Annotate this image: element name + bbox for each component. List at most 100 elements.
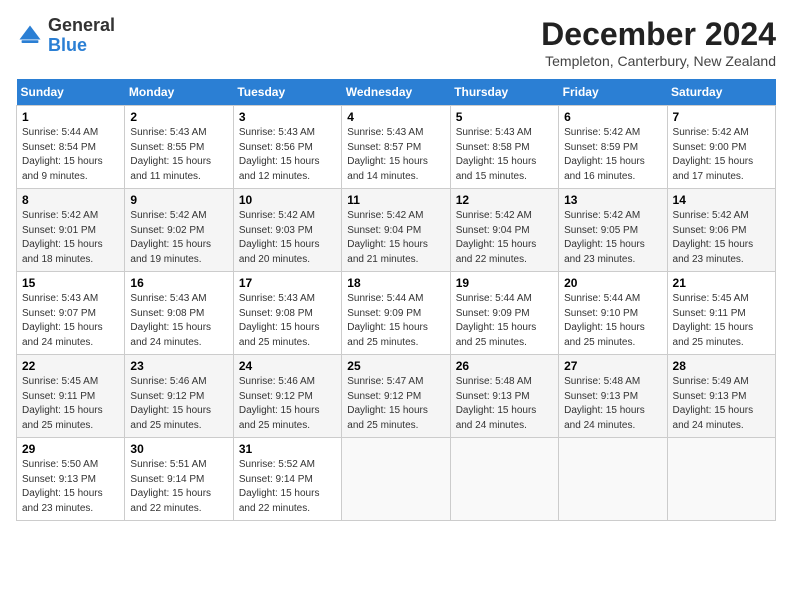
calendar-cell: 4 Sunrise: 5:43 AMSunset: 8:57 PMDaylight… <box>342 106 450 189</box>
column-header-friday: Friday <box>559 79 667 106</box>
calendar-cell <box>342 438 450 521</box>
day-number: 3 <box>239 110 336 124</box>
calendar-cell: 26 Sunrise: 5:48 AMSunset: 9:13 PMDayligh… <box>450 355 558 438</box>
day-info: Sunrise: 5:44 AMSunset: 9:09 PMDaylight:… <box>456 292 553 350</box>
day-number: 4 <box>347 110 444 124</box>
day-number: 8 <box>22 193 119 207</box>
day-info: Sunrise: 5:43 AMSunset: 9:08 PMDaylight:… <box>130 292 227 350</box>
calendar-cell: 1Sunrise: 5:44 AMSunset: 8:54 PMDaylight… <box>17 106 125 189</box>
day-number: 11 <box>347 193 444 207</box>
calendar-cell: 27Sunrise: 5:48 AMSunset: 9:13 PMDayligh… <box>559 355 667 438</box>
calendar-cell: 5 Sunrise: 5:43 AMSunset: 8:58 PMDaylight… <box>450 106 558 189</box>
day-number: 23 <box>130 359 227 373</box>
day-number: 12 <box>456 193 553 207</box>
day-info: Sunrise: 5:43 AMSunset: 8:57 PMDaylight:… <box>347 126 444 184</box>
day-number: 20 <box>564 276 661 290</box>
calendar-title: December 2024 <box>541 16 776 53</box>
logo-general: General <box>48 15 115 35</box>
calendar-week-row: 8 Sunrise: 5:42 AMSunset: 9:01 PMDaylight… <box>17 189 776 272</box>
day-info: Sunrise: 5:46 AMSunset: 9:12 PMDaylight:… <box>130 375 227 433</box>
day-info: Sunrise: 5:42 AMSunset: 9:00 PMDaylight:… <box>673 126 770 184</box>
calendar-cell: 21 Sunrise: 5:45 AMSunset: 9:11 PMDayligh… <box>667 272 775 355</box>
day-info: Sunrise: 5:48 AMSunset: 9:13 PMDaylight:… <box>456 375 553 433</box>
day-info: Sunrise: 5:42 AMSunset: 9:02 PMDaylight:… <box>130 209 227 267</box>
page-header: General Blue December 2024 Templeton, Ca… <box>16 16 776 69</box>
day-number: 16 <box>130 276 227 290</box>
day-number: 22 <box>22 359 119 373</box>
calendar-subtitle: Templeton, Canterbury, New Zealand <box>541 53 776 69</box>
calendar-cell: 8 Sunrise: 5:42 AMSunset: 9:01 PMDaylight… <box>17 189 125 272</box>
logo-blue: Blue <box>48 35 87 55</box>
day-number: 5 <box>456 110 553 124</box>
day-info: Sunrise: 5:44 AMSunset: 9:10 PMDaylight:… <box>564 292 661 350</box>
day-info: Sunrise: 5:44 AMSunset: 9:09 PMDaylight:… <box>347 292 444 350</box>
day-number: 21 <box>673 276 770 290</box>
column-header-thursday: Thursday <box>450 79 558 106</box>
day-number: 18 <box>347 276 444 290</box>
calendar-cell: 19 Sunrise: 5:44 AMSunset: 9:09 PMDayligh… <box>450 272 558 355</box>
day-info: Sunrise: 5:42 AMSunset: 9:03 PMDaylight:… <box>239 209 336 267</box>
day-info: Sunrise: 5:42 AMSunset: 9:04 PMDaylight:… <box>456 209 553 267</box>
day-info: Sunrise: 5:50 AMSunset: 9:13 PMDaylight:… <box>22 458 119 516</box>
column-header-monday: Monday <box>125 79 233 106</box>
calendar-cell: 10 Sunrise: 5:42 AMSunset: 9:03 PMDayligh… <box>233 189 341 272</box>
calendar-week-row: 22 Sunrise: 5:45 AMSunset: 9:11 PMDayligh… <box>17 355 776 438</box>
day-info: Sunrise: 5:42 AMSunset: 9:04 PMDaylight:… <box>347 209 444 267</box>
day-info: Sunrise: 5:43 AMSunset: 9:07 PMDaylight:… <box>22 292 119 350</box>
calendar-cell: 12 Sunrise: 5:42 AMSunset: 9:04 PMDayligh… <box>450 189 558 272</box>
calendar-cell: 14 Sunrise: 5:42 AMSunset: 9:06 PMDayligh… <box>667 189 775 272</box>
day-info: Sunrise: 5:49 AMSunset: 9:13 PMDaylight:… <box>673 375 770 433</box>
calendar-cell: 22 Sunrise: 5:45 AMSunset: 9:11 PMDayligh… <box>17 355 125 438</box>
logo: General Blue <box>16 16 115 56</box>
calendar-week-row: 29 Sunrise: 5:50 AMSunset: 9:13 PMDayligh… <box>17 438 776 521</box>
day-number: 10 <box>239 193 336 207</box>
day-number: 9 <box>130 193 227 207</box>
day-number: 31 <box>239 442 336 456</box>
day-number: 19 <box>456 276 553 290</box>
calendar-cell: 6 Sunrise: 5:42 AMSunset: 8:59 PMDaylight… <box>559 106 667 189</box>
calendar-cell: 7Sunrise: 5:42 AMSunset: 9:00 PMDaylight… <box>667 106 775 189</box>
day-info: Sunrise: 5:43 AMSunset: 8:58 PMDaylight:… <box>456 126 553 184</box>
day-number: 14 <box>673 193 770 207</box>
day-info: Sunrise: 5:42 AMSunset: 9:01 PMDaylight:… <box>22 209 119 267</box>
day-info: Sunrise: 5:43 AMSunset: 8:56 PMDaylight:… <box>239 126 336 184</box>
calendar-cell: 2 Sunrise: 5:43 AMSunset: 8:55 PMDaylight… <box>125 106 233 189</box>
day-info: Sunrise: 5:45 AMSunset: 9:11 PMDaylight:… <box>673 292 770 350</box>
day-number: 27 <box>564 359 661 373</box>
day-info: Sunrise: 5:44 AMSunset: 8:54 PMDaylight:… <box>22 126 119 184</box>
day-number: 13 <box>564 193 661 207</box>
day-info: Sunrise: 5:43 AMSunset: 8:55 PMDaylight:… <box>130 126 227 184</box>
day-info: Sunrise: 5:42 AMSunset: 8:59 PMDaylight:… <box>564 126 661 184</box>
day-number: 2 <box>130 110 227 124</box>
day-info: Sunrise: 5:45 AMSunset: 9:11 PMDaylight:… <box>22 375 119 433</box>
calendar-cell <box>559 438 667 521</box>
day-info: Sunrise: 5:42 AMSunset: 9:06 PMDaylight:… <box>673 209 770 267</box>
calendar-cell: 31 Sunrise: 5:52 AMSunset: 9:14 PMDayligh… <box>233 438 341 521</box>
day-number: 28 <box>673 359 770 373</box>
day-info: Sunrise: 5:47 AMSunset: 9:12 PMDaylight:… <box>347 375 444 433</box>
title-section: December 2024 Templeton, Canterbury, New… <box>541 16 776 69</box>
day-number: 17 <box>239 276 336 290</box>
calendar-week-row: 1Sunrise: 5:44 AMSunset: 8:54 PMDaylight… <box>17 106 776 189</box>
calendar-week-row: 15 Sunrise: 5:43 AMSunset: 9:07 PMDayligh… <box>17 272 776 355</box>
calendar-cell: 3 Sunrise: 5:43 AMSunset: 8:56 PMDaylight… <box>233 106 341 189</box>
calendar-cell: 17Sunrise: 5:43 AMSunset: 9:08 PMDayligh… <box>233 272 341 355</box>
column-header-tuesday: Tuesday <box>233 79 341 106</box>
day-info: Sunrise: 5:52 AMSunset: 9:14 PMDaylight:… <box>239 458 336 516</box>
day-number: 24 <box>239 359 336 373</box>
day-number: 30 <box>130 442 227 456</box>
calendar-header-row: SundayMondayTuesdayWednesdayThursdayFrid… <box>17 79 776 106</box>
calendar-cell: 25Sunrise: 5:47 AMSunset: 9:12 PMDayligh… <box>342 355 450 438</box>
calendar-cell: 23 Sunrise: 5:46 AMSunset: 9:12 PMDayligh… <box>125 355 233 438</box>
day-number: 15 <box>22 276 119 290</box>
column-header-wednesday: Wednesday <box>342 79 450 106</box>
day-number: 29 <box>22 442 119 456</box>
day-number: 6 <box>564 110 661 124</box>
column-header-sunday: Sunday <box>17 79 125 106</box>
calendar-cell: 20 Sunrise: 5:44 AMSunset: 9:10 PMDayligh… <box>559 272 667 355</box>
calendar-cell: 18 Sunrise: 5:44 AMSunset: 9:09 PMDayligh… <box>342 272 450 355</box>
day-number: 26 <box>456 359 553 373</box>
calendar-cell: 15 Sunrise: 5:43 AMSunset: 9:07 PMDayligh… <box>17 272 125 355</box>
calendar-cell <box>667 438 775 521</box>
day-info: Sunrise: 5:46 AMSunset: 9:12 PMDaylight:… <box>239 375 336 433</box>
